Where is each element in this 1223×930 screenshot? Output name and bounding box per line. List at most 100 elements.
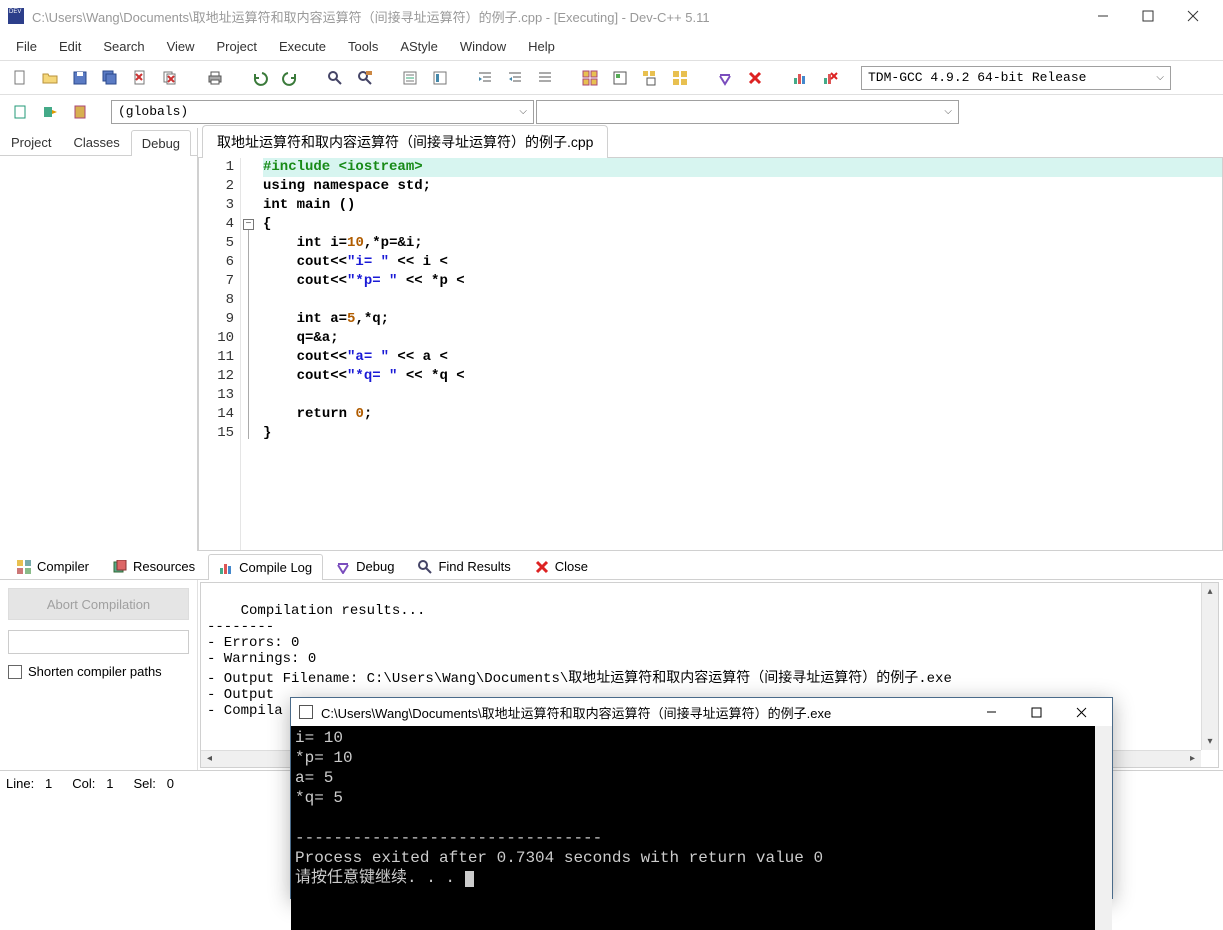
- console-titlebar[interactable]: C:\Users\Wang\Documents\取地址运算符和取内容运算符（间接…: [291, 698, 1112, 726]
- bottom-tab-label: Find Results: [438, 559, 510, 574]
- console-title: C:\Users\Wang\Documents\取地址运算符和取内容运算符（间接…: [321, 703, 831, 722]
- minimize-button[interactable]: [1080, 1, 1125, 31]
- bottom-tab-label: Compiler: [37, 559, 89, 574]
- scrollbar-vertical[interactable]: ▴ ▾: [1201, 583, 1218, 750]
- member-combo[interactable]: ⌵: [536, 100, 959, 124]
- menu-project[interactable]: Project: [207, 35, 267, 58]
- menu-help[interactable]: Help: [518, 35, 565, 58]
- abort-compilation-button: Abort Compilation: [8, 588, 189, 620]
- scroll-down-icon[interactable]: ▾: [1202, 733, 1219, 750]
- fold-toggle[interactable]: −: [243, 219, 254, 230]
- side-body: [0, 156, 197, 551]
- redo-button[interactable]: [276, 65, 304, 91]
- scope-combo[interactable]: (globals) ⌵: [111, 100, 534, 124]
- close-button[interactable]: [1170, 1, 1215, 31]
- side-panel: ProjectClassesDebug: [0, 128, 198, 551]
- rebuild-button[interactable]: [666, 65, 694, 91]
- bottom-tab-compiler[interactable]: Compiler: [6, 553, 100, 579]
- bottom-tab-debug[interactable]: Debug: [325, 553, 405, 579]
- toggle-bookmark-button[interactable]: [426, 65, 454, 91]
- menu-execute[interactable]: Execute: [269, 35, 336, 58]
- status-col-label: Col:: [72, 776, 95, 791]
- bottom-tab-label: Compile Log: [239, 560, 312, 575]
- comment-button[interactable]: [531, 65, 559, 91]
- save-button[interactable]: [66, 65, 94, 91]
- shorten-paths-checkbox[interactable]: [8, 665, 22, 679]
- stop-button[interactable]: [741, 65, 769, 91]
- bottom-tab-compile-log[interactable]: Compile Log: [208, 554, 323, 580]
- replace-button[interactable]: [351, 65, 379, 91]
- profile-delete-button[interactable]: [816, 65, 844, 91]
- close-icon: [535, 560, 549, 574]
- file-tab[interactable]: 取地址运算符和取内容运算符（间接寻址运算符）的例子.cpp: [202, 125, 608, 158]
- goto-line-button[interactable]: [396, 65, 424, 91]
- close-all-button[interactable]: [156, 65, 184, 91]
- undo-button[interactable]: [246, 65, 274, 91]
- scroll-left-icon[interactable]: ◂: [201, 751, 218, 768]
- menu-search[interactable]: Search: [93, 35, 154, 58]
- console-close-button[interactable]: [1059, 698, 1104, 726]
- close-file-button[interactable]: [126, 65, 154, 91]
- insert-button[interactable]: [36, 99, 64, 125]
- bottom-tab-resources[interactable]: Resources: [102, 553, 206, 579]
- fold-column: −: [241, 158, 259, 550]
- compiler-filter-input[interactable]: [8, 630, 189, 654]
- side-tab-project[interactable]: Project: [0, 129, 62, 155]
- debug-icon: [336, 560, 350, 574]
- debug-button[interactable]: [711, 65, 739, 91]
- bottom-tab-label: Debug: [356, 559, 394, 574]
- side-tab-classes[interactable]: Classes: [62, 129, 130, 155]
- code-editor[interactable]: 123456789101112131415 − #include <iostre…: [198, 158, 1223, 551]
- bottom-tab-label: Resources: [133, 559, 195, 574]
- close-icon: [1185, 8, 1201, 24]
- open-button[interactable]: [36, 65, 64, 91]
- chevron-down-icon: ⌵: [1156, 72, 1164, 84]
- status-line-label: Line:: [6, 776, 34, 791]
- menu-tools[interactable]: Tools: [338, 35, 388, 58]
- scroll-up-icon[interactable]: ▴: [1202, 583, 1219, 600]
- bottom-tab-find-results[interactable]: Find Results: [407, 553, 521, 579]
- bottom-tabs: Compiler Resources Compile Log Debug Find Re…: [0, 551, 1223, 580]
- scope-combo-value: (globals): [118, 104, 188, 119]
- find-button[interactable]: [321, 65, 349, 91]
- console-scrollbar[interactable]: [1095, 726, 1112, 930]
- print-button[interactable]: [201, 65, 229, 91]
- run-button[interactable]: [606, 65, 634, 91]
- new-class-button[interactable]: [6, 99, 34, 125]
- console-minimize-button[interactable]: [969, 698, 1014, 726]
- menu-astyle[interactable]: AStyle: [390, 35, 448, 58]
- bottom-tab-close[interactable]: Close: [524, 553, 599, 579]
- code-text[interactable]: #include <iostream>using namespace std;i…: [259, 158, 1222, 550]
- compiler-combo[interactable]: TDM-GCC 4.9.2 64-bit Release ⌵: [861, 66, 1171, 90]
- window-title: C:\Users\Wang\Documents\取地址运算符和取内容运算符（间接…: [32, 7, 710, 26]
- compiler-icon: [17, 560, 31, 574]
- bookmark-panel-button[interactable]: [66, 99, 94, 125]
- compile-log-icon: [219, 561, 233, 575]
- bottom-tab-label: Close: [555, 559, 588, 574]
- console-body[interactable]: i= 10 *p= 10 a= 5 *q= 5 ----------------…: [291, 726, 1112, 930]
- compile-run-button[interactable]: [636, 65, 664, 91]
- file-tab-label: 取地址运算符和取内容运算符（间接寻址运算符）的例子.cpp: [217, 134, 593, 150]
- console-maximize-button[interactable]: [1014, 698, 1059, 726]
- console-cursor: [465, 871, 474, 887]
- menu-view[interactable]: View: [157, 35, 205, 58]
- maximize-button[interactable]: [1125, 1, 1170, 31]
- status-sel-label: Sel:: [133, 776, 155, 791]
- scroll-right-icon[interactable]: ▸: [1184, 751, 1201, 768]
- find-results-icon: [418, 560, 432, 574]
- indent-button[interactable]: [471, 65, 499, 91]
- menu-window[interactable]: Window: [450, 35, 516, 58]
- menu-file[interactable]: File: [6, 35, 47, 58]
- save-all-button[interactable]: [96, 65, 124, 91]
- resources-icon: [113, 560, 127, 574]
- status-col-value: 1: [106, 776, 113, 791]
- new-file-button[interactable]: [6, 65, 34, 91]
- profile-button[interactable]: [786, 65, 814, 91]
- unindent-button[interactable]: [501, 65, 529, 91]
- menu-edit[interactable]: Edit: [49, 35, 91, 58]
- toolbar-main: TDM-GCC 4.9.2 64-bit Release ⌵: [0, 60, 1223, 94]
- file-tabs: 取地址运算符和取内容运算符（间接寻址运算符）的例子.cpp: [198, 128, 1223, 158]
- compile-button[interactable]: [576, 65, 604, 91]
- console-output: i= 10 *p= 10 a= 5 *q= 5 ----------------…: [295, 729, 823, 887]
- side-tab-debug[interactable]: Debug: [131, 130, 191, 156]
